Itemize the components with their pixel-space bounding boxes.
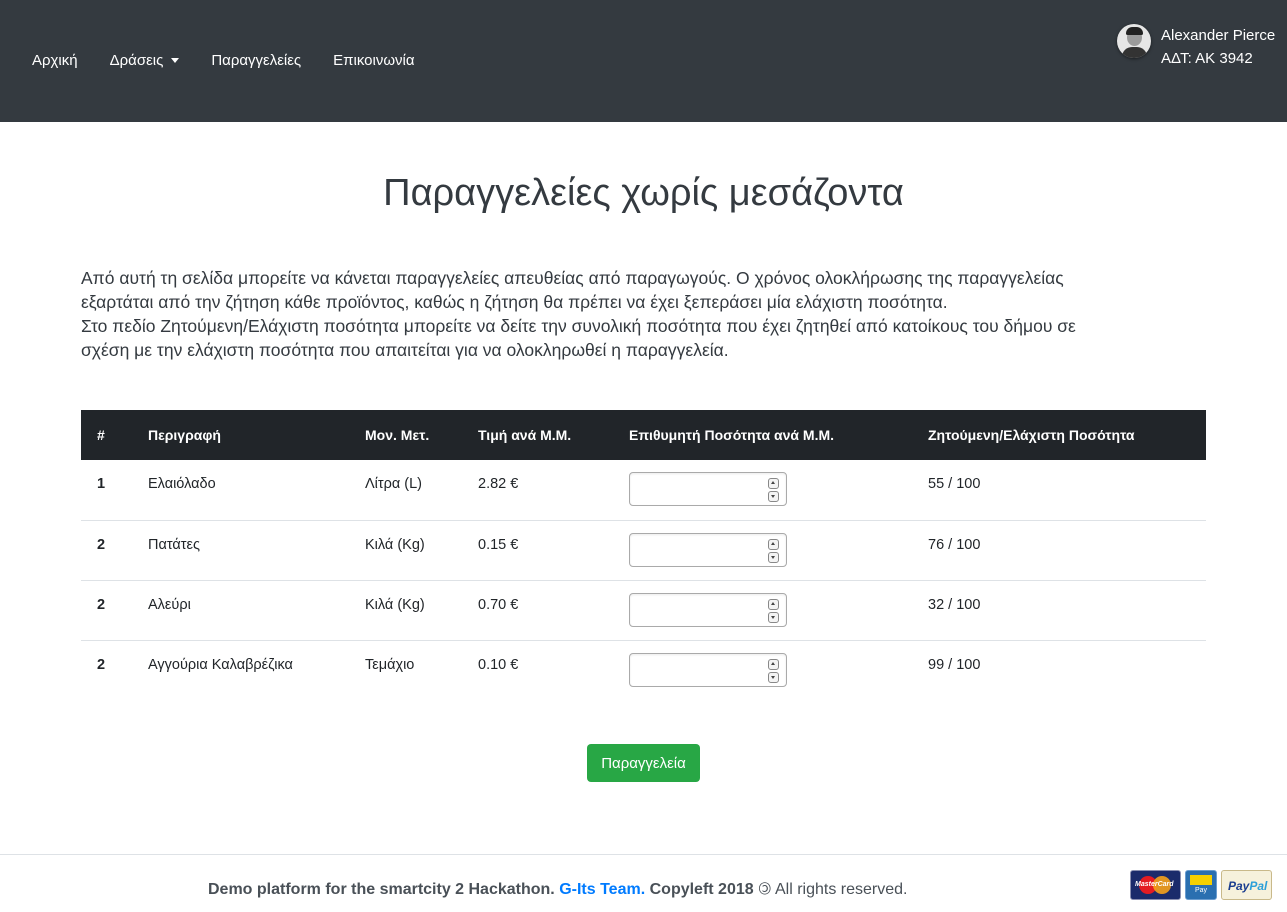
table-row: 2 Αλεύρι Κιλά (Kg) 0.70 € 32 / 100 [81, 580, 1206, 641]
mastercard-icon: MasterCard [1130, 870, 1181, 900]
user-name: Alexander Pierce [1161, 27, 1276, 44]
row-unit: Τεμάχιο [365, 656, 415, 673]
quantity-stepper[interactable] [629, 472, 787, 506]
top-navbar: Αρχική Δράσεις Παραγγελείες Επικοινωνία … [0, 0, 1287, 122]
quantity-stepper[interactable] [629, 592, 787, 627]
stepper-up-icon[interactable] [768, 658, 779, 670]
row-number: 1 [81, 460, 132, 521]
row-price: 0.10 € [478, 656, 519, 673]
nav-link-contact[interactable]: Επικοινωνία [333, 52, 414, 69]
footer: Demo platform for the smartcity 2 Hackat… [0, 854, 1287, 912]
table-header-row: # Περιγραφή Μον. Μετ. Τιμή ανά Μ.Μ. Επιθ… [81, 410, 1206, 460]
col-header-unit: Μον. Μετ. [349, 410, 462, 460]
orders-table: # Περιγραφή Μον. Μετ. Τιμή ανά Μ.Μ. Επιθ… [81, 410, 1206, 700]
quantity-stepper[interactable] [629, 652, 787, 687]
caret-down-icon [171, 58, 180, 63]
order-button[interactable]: Παραγγελεία [587, 744, 700, 782]
intro-text: Από αυτή τη σελίδα μπορείτε να κάνεται π… [81, 266, 1211, 362]
footer-text: Demo platform for the smartcity 2 Hackat… [208, 875, 907, 899]
nav-link-actions-dropdown[interactable]: Δράσεις [110, 52, 180, 69]
row-unit: Κιλά (Kg) [349, 520, 462, 581]
diba-pay-icon: Pay [1185, 870, 1217, 900]
col-header-description: Περιγραφή [132, 410, 349, 460]
row-number: 2 [81, 520, 132, 581]
row-unit: Κιλά (Kg) [349, 580, 462, 641]
row-price: 0.15 € [462, 520, 613, 581]
row-unit: Λίτρα (L) [349, 460, 462, 521]
intro-line: Στο πεδίο Ζητούμενη/Ελάχιστη ποσότητα μπ… [81, 316, 1076, 336]
row-description: Ελαιόλαδο [132, 460, 349, 521]
intro-line: σχέση με την ελάχιστη ποσότητα που απαιτ… [81, 340, 729, 360]
row-demand: 55 / 100 [912, 460, 1206, 521]
col-header-price: Τιμή ανά Μ.Μ. [462, 410, 613, 460]
row-description: Αγγούρια Καλαβρέζικα [148, 656, 293, 673]
row-demand: 76 / 100 [912, 520, 1206, 581]
nav-link-home[interactable]: Αρχική [32, 52, 78, 69]
payment-methods: MasterCard Pay PayPal [1130, 870, 1276, 900]
user-info: Alexander Pierce ΑΔΤ: ΑΚ 3942 [1161, 24, 1275, 70]
col-header-number: # [81, 410, 132, 460]
table-row: 2 Αγγούρια Καλαβρέζικα Τεμάχιο 0.10 € 99… [81, 640, 1206, 700]
nav-link-orders[interactable]: Παραγγελείες [211, 52, 301, 69]
row-number: 2 [97, 656, 106, 673]
row-demand: 99 / 100 [928, 656, 981, 673]
stepper-down-icon[interactable] [768, 671, 779, 683]
stepper-up-icon[interactable] [768, 478, 779, 489]
stepper-down-icon[interactable] [768, 611, 779, 623]
stepper-down-icon[interactable] [768, 491, 779, 502]
row-description: Αλεύρι [132, 580, 349, 641]
user-id: ΑΔΤ: ΑΚ 3942 [1161, 50, 1253, 67]
quantity-stepper[interactable] [629, 532, 787, 567]
intro-line: Από αυτή τη σελίδα μπορείτε να κάνεται π… [81, 268, 1064, 288]
footer-team-link[interactable]: G-Its Team. [559, 881, 645, 898]
page-title: Παραγγελείες χωρίς μεσάζοντα [383, 172, 904, 214]
paypal-icon: PayPal [1221, 870, 1272, 900]
row-price: 0.70 € [462, 580, 613, 641]
footer-rights: All rights reserved. [774, 881, 908, 898]
intro-line: εξαρτάται από την ζήτηση κάθε προϊόντος,… [81, 292, 948, 312]
row-price: 2.82 € [462, 460, 613, 521]
row-number: 2 [81, 580, 132, 641]
user-profile[interactable]: Alexander Pierce ΑΔΤ: ΑΚ 3942 [1117, 24, 1275, 70]
stepper-down-icon[interactable] [768, 551, 779, 563]
nav-links: Αρχική Δράσεις Παραγγελείες Επικοινωνία [32, 52, 447, 69]
footer-platform-text: Demo platform for the smartcity 2 Hackat… [208, 881, 555, 898]
col-header-desired-quantity: Επιθυμητή Ποσότητα ανά Μ.Μ. [613, 410, 912, 460]
nav-link-actions-label: Δράσεις [109, 52, 164, 69]
row-demand: 32 / 100 [912, 580, 1206, 641]
table-row: 1 Ελαιόλαδο Λίτρα (L) 2.82 € 55 / 100 [81, 460, 1206, 521]
avatar [1117, 24, 1151, 58]
stepper-up-icon[interactable] [768, 538, 779, 550]
row-description: Πατάτες [132, 520, 349, 581]
col-header-demand: Ζητούμενη/Ελάχιστη Ποσότητα [912, 410, 1206, 460]
stepper-up-icon[interactable] [768, 598, 779, 610]
table-row: 2 Πατάτες Κιλά (Kg) 0.15 € 76 / 100 [81, 520, 1206, 581]
footer-copyleft: Copyleft 2018 [649, 881, 754, 898]
copyleft-icon: 🄯 [758, 881, 772, 898]
